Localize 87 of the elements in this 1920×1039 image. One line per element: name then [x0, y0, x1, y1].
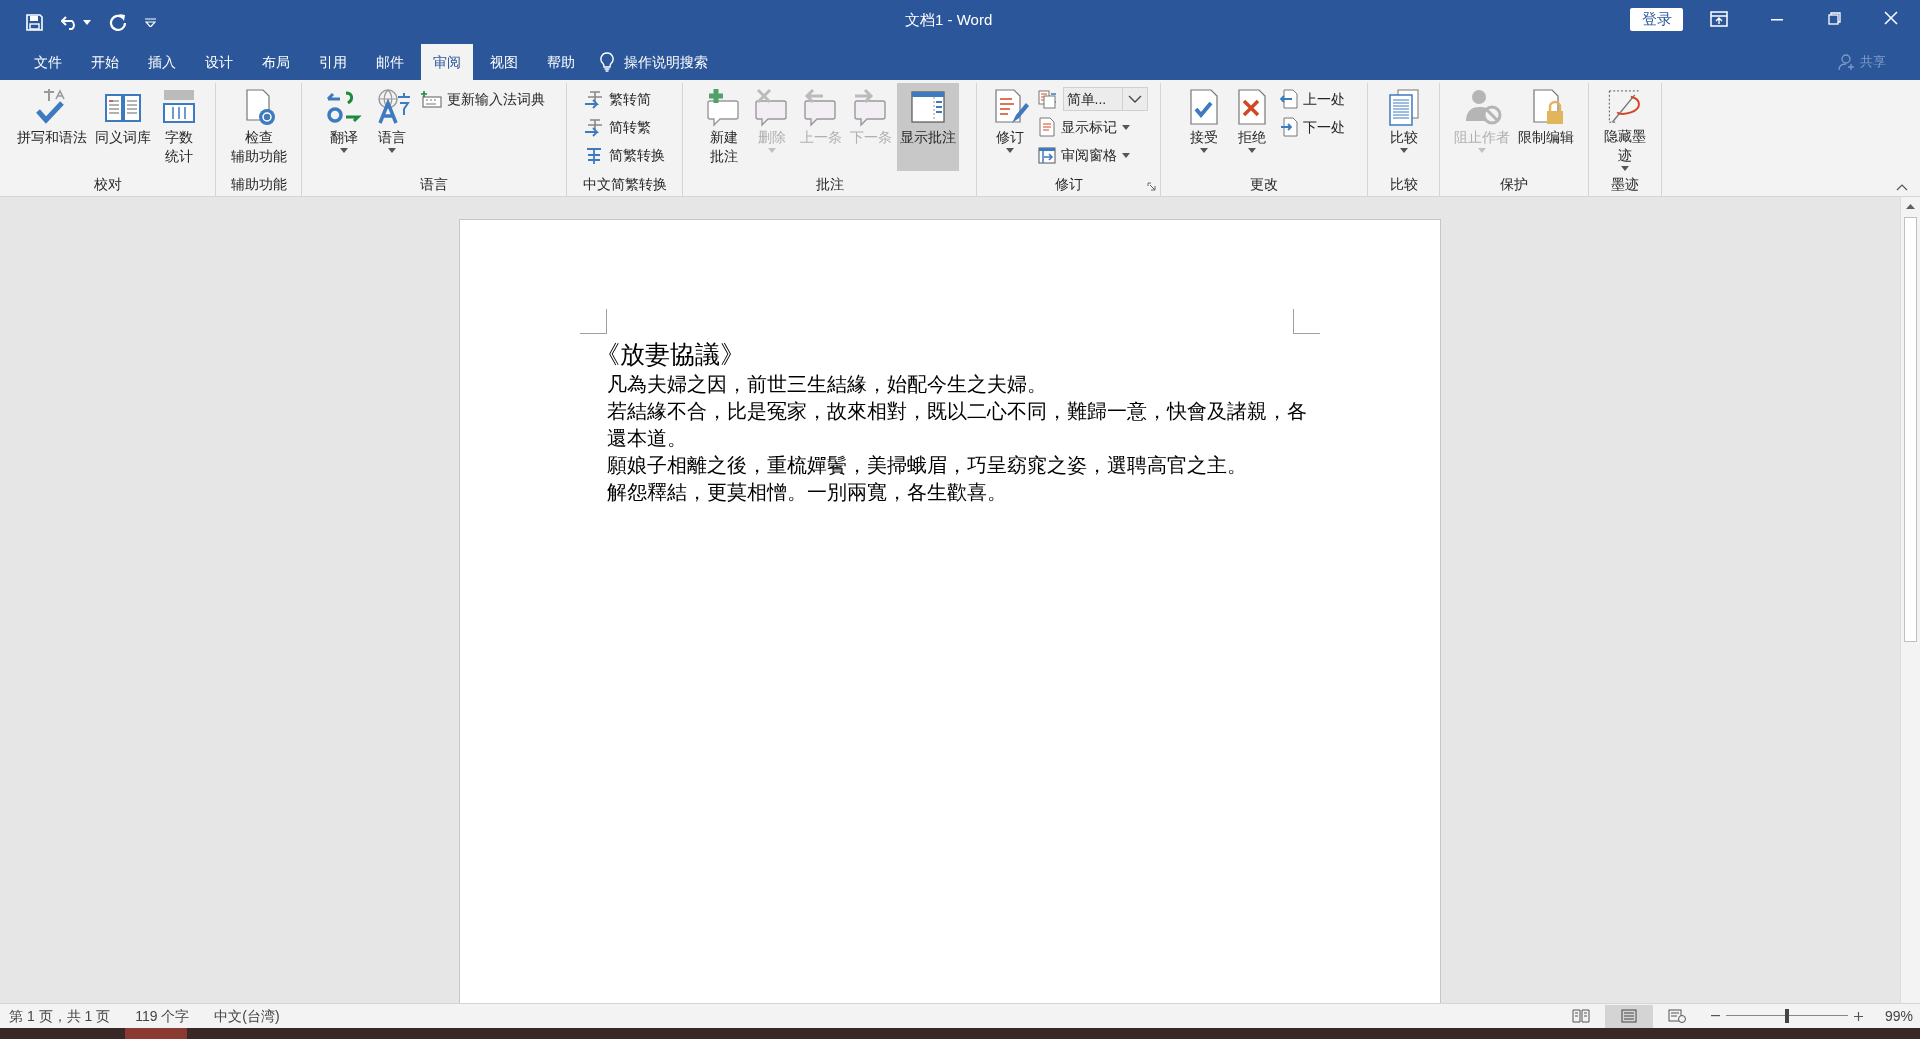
markup-dropdown[interactable]: 简单... [1062, 87, 1148, 111]
ribbon-button[interactable]: 下一处 [1276, 113, 1348, 141]
sign-in-button[interactable]: 登录 [1630, 8, 1683, 31]
chevron-down-icon [1127, 95, 1142, 103]
document-right-arrow-icon [1279, 117, 1298, 137]
documents-arrows-icon [1037, 89, 1058, 109]
ribbon-button[interactable]: 拼写和语法 [13, 83, 90, 171]
ribbon-display-options-icon[interactable] [1710, 11, 1728, 27]
ribbon-button[interactable]: 繁转简 [581, 85, 668, 113]
zoom-slider[interactable] [1725, 1009, 1848, 1023]
margin-corner-mark [1293, 309, 1320, 334]
ribbon-button[interactable]: 审阅窗格 [1034, 141, 1151, 169]
grid-glyph-icon [584, 145, 604, 165]
group-label: 修订 [1054, 175, 1083, 194]
zoom-level[interactable]: 99% [1884, 1005, 1913, 1027]
group-label: 语言 [420, 175, 448, 194]
window-title: 文档1 - Word [905, 10, 993, 30]
ribbon-tab[interactable]: 开始 [79, 44, 131, 80]
ribbon-button[interactable]: 简转繁 [581, 113, 668, 141]
ribbon-button[interactable]: 新建 批注 [700, 83, 747, 171]
close-icon[interactable] [1884, 11, 1898, 25]
ribbon-button[interactable]: 语言 [368, 83, 415, 171]
vertical-scrollbar[interactable] [1900, 197, 1920, 1003]
group-label: 辅助功能 [230, 175, 287, 194]
page-view-icon [1619, 1009, 1638, 1023]
group-label: 保护 [1500, 175, 1528, 194]
document-paragraph: 解怨釋結，更莫相憎。一別兩寬，各生歡喜。 [607, 480, 1008, 505]
margin-corner-mark [580, 309, 607, 334]
document-paragraph: 若結緣不合，比是冤家，故來相對，既以二心不同，難歸一意，快會及諸親，各還本道。 [607, 399, 1307, 451]
ribbon-tab[interactable]: 邮件 [364, 44, 416, 80]
group-label: 更改 [1250, 175, 1278, 194]
ribbon-button[interactable]: 更新输入法词典 [416, 85, 548, 113]
ribbon-button[interactable]: 显示批注 [896, 83, 959, 171]
group-label: 中文简繁转换 [582, 175, 667, 194]
document-paragraph: 願娘子相離之後，重梳嬋鬢，美掃蛾眉，巧呈窈窕之姿，選聘高官之主。 [607, 453, 1248, 478]
book-view-icon [1571, 1009, 1590, 1023]
web-view-icon [1667, 1009, 1686, 1023]
ribbon-button[interactable]: 检查 辅助功能 [227, 83, 290, 171]
document-paragraph: 凡為夫婦之因，前世三生結緣，始配今生之夫婦。 [607, 372, 1048, 397]
collapse-ribbon-icon[interactable] [1896, 184, 1908, 191]
word-count[interactable]: 119 个字 [135, 1005, 190, 1027]
zoom-in-icon[interactable] [1853, 1011, 1863, 1021]
scroll-up-icon[interactable] [1906, 204, 1915, 209]
customize-toolbar-icon[interactable] [145, 17, 156, 27]
redo-icon[interactable] [109, 13, 127, 31]
save-icon[interactable] [26, 13, 43, 31]
ribbon-tab[interactable]: 帮助 [535, 44, 587, 80]
document-lines-icon [1037, 117, 1056, 137]
tell-me-search[interactable]: 操作说明搜索 [624, 51, 708, 73]
ribbon-button[interactable]: 拒绝 [1228, 83, 1275, 171]
ribbon-tab[interactable]: 插入 [136, 44, 188, 80]
ribbon-button[interactable]: 显示标记 [1034, 113, 1151, 141]
ribbon-tab[interactable]: 审阅 [421, 44, 473, 80]
ribbon-tab[interactable]: 视图 [478, 44, 530, 80]
group-label: 批注 [815, 175, 844, 194]
ribbon-button[interactable]: 翻译 [320, 83, 367, 171]
swap-arrow-icon [584, 117, 604, 137]
caret-icon [83, 19, 91, 25]
ribbon-button[interactable]: 接受 [1180, 83, 1227, 171]
person-plus-icon [1838, 52, 1856, 71]
view-button[interactable] [1604, 1004, 1653, 1028]
group-label: 比较 [1389, 175, 1418, 194]
ribbon-button[interactable]: 比较 [1380, 83, 1427, 171]
lightbulb-icon[interactable] [600, 52, 614, 72]
swap-arrow-icon [584, 89, 604, 109]
group-label: 校对 [93, 175, 122, 194]
ribbon-button[interactable]: 限制编辑 [1515, 83, 1577, 171]
scrollbar-thumb[interactable] [1904, 217, 1917, 642]
group-label: 墨迹 [1611, 175, 1639, 194]
page-count[interactable]: 第 1 页，共 1 页 [9, 1005, 111, 1027]
zoom-slider-thumb[interactable] [1784, 1009, 1789, 1023]
ribbon-button[interactable]: 简繁转换 [581, 141, 668, 169]
restore-icon[interactable] [1828, 12, 1841, 25]
ribbon-button[interactable]: 修订 [986, 83, 1033, 171]
ribbon-button[interactable]: 同义词库 [91, 83, 154, 171]
keyboard-icon [419, 90, 442, 108]
document-left-arrow-icon [1279, 89, 1298, 109]
ribbon-button[interactable]: 字数 统计 [155, 83, 202, 171]
ribbon-button[interactable]: 上一处 [1276, 85, 1348, 113]
dialog-launcher-icon[interactable] [1147, 182, 1156, 191]
document-title: 《放妻協議》 [595, 339, 746, 370]
ribbon-tab[interactable]: 设计 [193, 44, 245, 80]
ribbon-tab[interactable]: 引用 [307, 44, 359, 80]
ribbon-button[interactable]: 隐藏墨 迹 [1601, 83, 1649, 171]
ribbon-tab[interactable]: 布局 [250, 44, 302, 80]
ribbon-tab[interactable]: 文件 [22, 44, 74, 80]
language-indicator[interactable]: 中文(台湾) [214, 1005, 280, 1027]
